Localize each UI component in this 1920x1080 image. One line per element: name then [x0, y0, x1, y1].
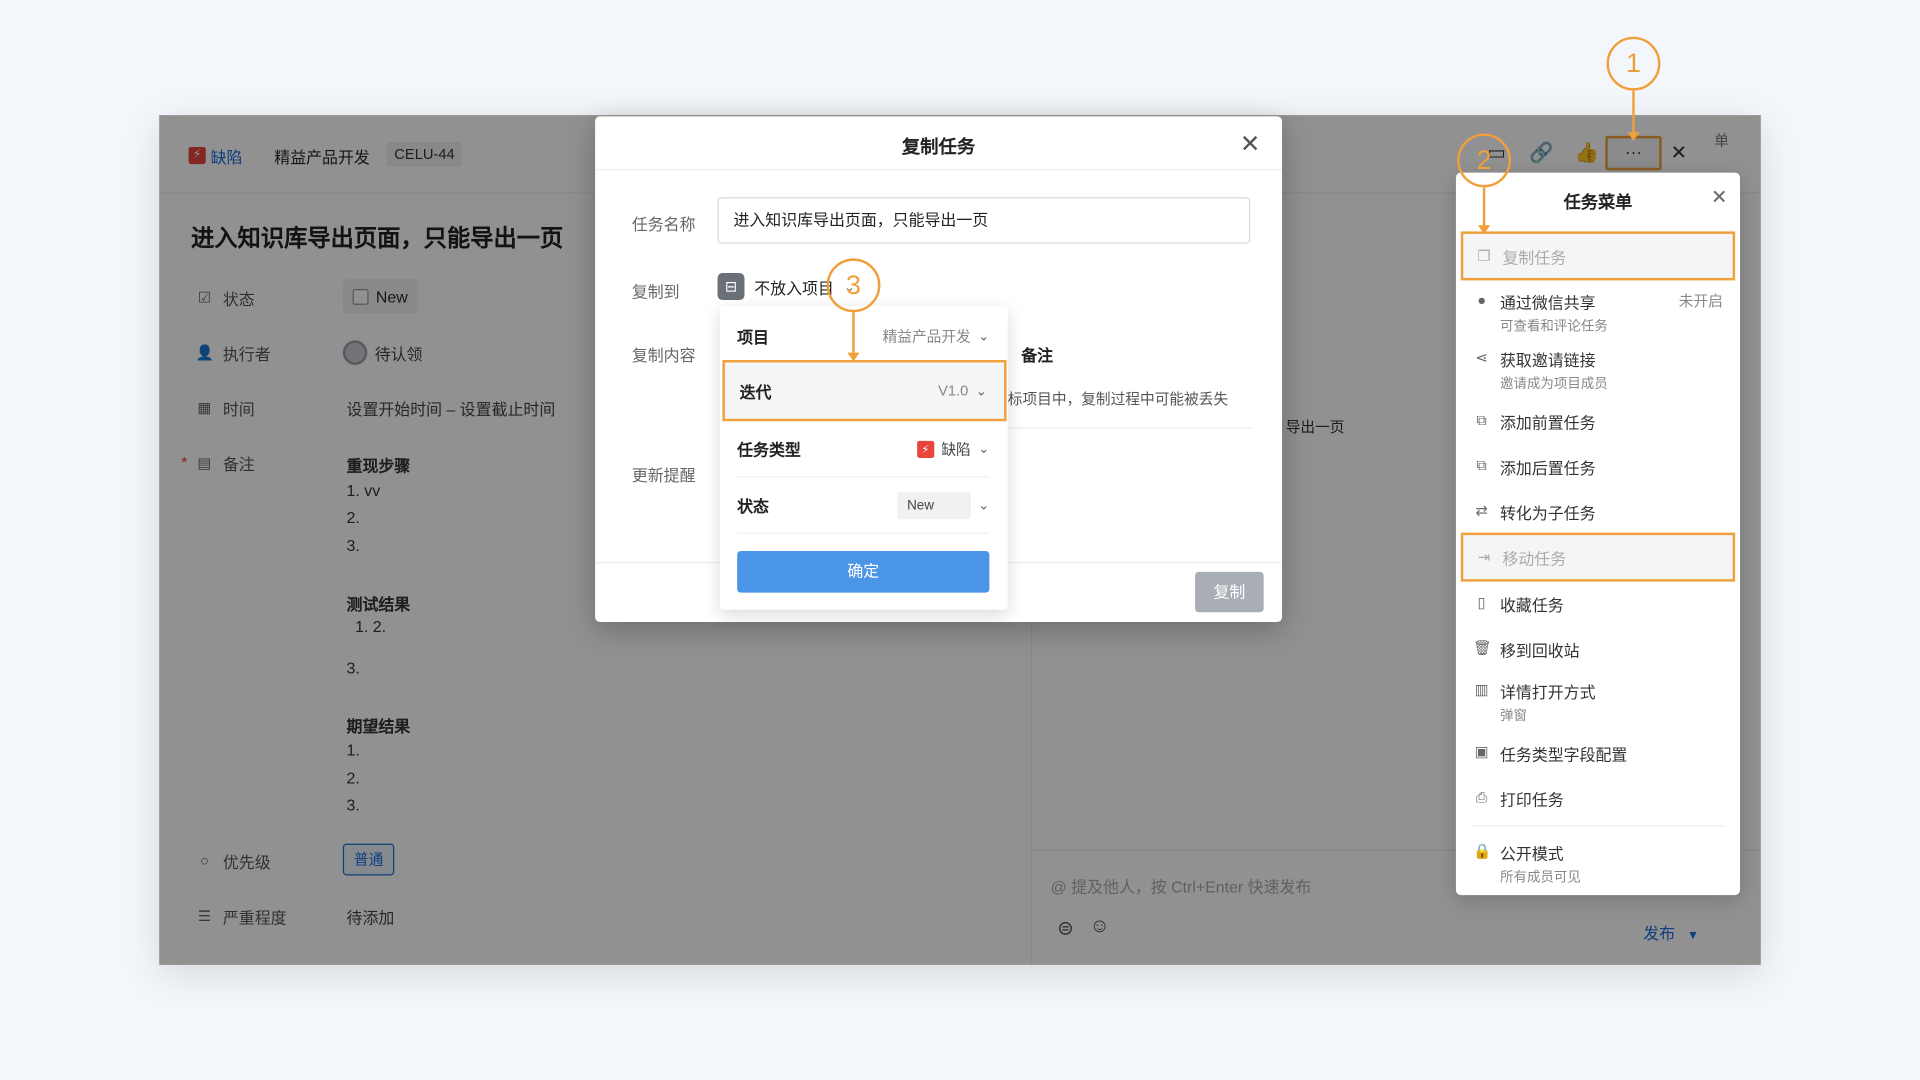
iteration-select-label: 迭代 [739, 382, 772, 402]
menu-item-sub: 弹窗 [1500, 708, 1527, 724]
convert-icon: ⇄ [1475, 502, 1488, 520]
annotation-arrow-3 [852, 312, 855, 354]
state-select-value: New [897, 491, 971, 519]
task-type-select-value: 缺陷 [941, 440, 971, 458]
close-icon[interactable]: ✕ [1708, 187, 1730, 209]
task-name-label: 任务名称 [631, 215, 696, 234]
annotation-arrow-1 [1632, 90, 1635, 135]
menu-item-wechat-share[interactable]: ● 通过微信共享 可查看和评论任务 未开启 [1461, 290, 1735, 335]
project-select-label: 项目 [737, 328, 769, 347]
menu-item-add-successor[interactable]: ⧉ 添加后置任务 [1461, 456, 1735, 479]
task-type-select-label: 任务类型 [737, 440, 801, 460]
menu-item-label: 获取邀请链接 [1500, 351, 1596, 370]
copy-content-label: 复制内容 [631, 346, 696, 365]
menu-item-public-mode[interactable]: 🔒 公开模式 所有成员可见 [1461, 841, 1735, 886]
lock-icon: 🔒 [1473, 842, 1492, 860]
close-icon[interactable]: ✕ [1237, 131, 1264, 158]
menu-divider [1470, 825, 1726, 827]
confirm-button[interactable]: 确定 [737, 551, 990, 593]
iteration-select[interactable]: 迭代 V1.0 ⌄ [722, 360, 1007, 422]
screenshot-stage: ⚡ 缺陷 精益产品开发 CELU-44 ▭ 🔗 👍 ··· ✕ 单 进入知识库导… [0, 0, 1920, 1080]
chevron-down-icon: ⌄ [978, 329, 990, 345]
content-divider [1007, 427, 1253, 429]
menu-item-print[interactable]: ⎙ 打印任务 [1461, 787, 1735, 810]
destination-popover: 项目 精益产品开发 ⌄ 迭代 V1.0 ⌄ 任务类型 ⚡ 缺陷 ⌄ 状态 New… [720, 306, 1008, 610]
bookmark-icon: ▯ [1477, 593, 1486, 612]
wechat-icon: ● [1477, 291, 1487, 309]
copy-content-warning: 标项目中，复制过程中可能被丢失 [1007, 390, 1229, 408]
annotation-arrow-2 [1482, 187, 1486, 227]
annotation-callout-1: 1 [1606, 36, 1661, 91]
task-type-select[interactable]: 任务类型 ⚡ 缺陷 ⌄ [737, 421, 990, 478]
menu-item-label: 收藏任务 [1500, 596, 1564, 615]
task-menu-title: 任务菜单 [1563, 192, 1633, 212]
annotation-arrowhead-3 [847, 352, 860, 362]
annotation-arrowhead-1 [1627, 132, 1640, 141]
share-icon: ⋖ [1475, 348, 1488, 367]
annotation-callout-3: 3 [826, 258, 881, 313]
menu-item-label: 公开模式 [1500, 844, 1564, 864]
menu-item-trash[interactable]: 🗑 移到回收站 [1461, 638, 1735, 661]
menu-item-label: 添加后置任务 [1500, 459, 1596, 478]
copy-button[interactable]: 复制 [1195, 571, 1264, 613]
dialog-header-divider [595, 168, 1283, 171]
menu-item-move-task[interactable]: ⇥ 移动任务 [1460, 532, 1736, 582]
copy-to-label: 复制到 [631, 282, 680, 302]
dialog-title: 复制任务 [901, 137, 976, 158]
bug-icon: ⚡ [916, 440, 934, 458]
trash-icon: 🗑 [1473, 639, 1492, 657]
menu-item-convert-subtask[interactable]: ⇄ 转化为子任务 [1461, 501, 1735, 524]
menu-item-label: 转化为子任务 [1500, 504, 1596, 523]
menu-item-sub: 所有成员可见 [1500, 870, 1581, 886]
state-select-label: 状态 [737, 497, 769, 516]
chevron-down-icon: ⌄ [975, 383, 987, 399]
project-select-value: 精益产品开发 [882, 328, 971, 346]
menu-item-label: 打印任务 [1500, 791, 1564, 810]
copy-to-value: 不放入项目 [754, 278, 834, 297]
project-select[interactable]: 项目 精益产品开发 ⌄ [737, 309, 990, 365]
update-reminder-label: 更新提醒 [631, 466, 696, 485]
copy-icon: ❐ [1477, 247, 1491, 265]
copy-content-note[interactable]: 备注 [1021, 343, 1053, 366]
menu-item-field-config[interactable]: ▣ 任务类型字段配置 [1461, 742, 1735, 765]
annotation-arrowhead-2 [1477, 225, 1491, 234]
menu-item-bookmark[interactable]: ▯ 收藏任务 [1461, 593, 1735, 616]
move-icon: ⇥ [1477, 548, 1491, 566]
chevron-down-icon: ⌄ [978, 442, 990, 457]
chevron-down-icon: ⌄ [978, 498, 990, 514]
menu-item-label: 复制任务 [1502, 247, 1567, 267]
menu-item-open-mode[interactable]: ▥ 详情打开方式 弹窗 [1461, 680, 1735, 725]
menu-item-label: 详情打开方式 [1500, 683, 1596, 702]
successor-icon: ⧉ [1476, 456, 1487, 474]
menu-item-label: 任务类型字段配置 [1500, 745, 1628, 765]
menu-item-label: 添加前置任务 [1500, 413, 1596, 433]
menu-item-copy-task[interactable]: ❐ 复制任务 [1460, 231, 1736, 281]
menu-item-sub: 邀请成为项目成员 [1500, 377, 1608, 392]
iteration-select-value: V1.0 [938, 382, 969, 400]
layout-icon: ▥ [1474, 680, 1489, 698]
menu-item-label: 通过微信共享 [1500, 293, 1596, 313]
menu-item-sub: 可查看和评论任务 [1500, 319, 1608, 335]
print-icon: ⎙ [1475, 788, 1488, 806]
task-name-input[interactable]: 进入知识库导出页面，只能导出一页 [717, 197, 1251, 244]
annotation-callout-2: 2 [1457, 133, 1512, 188]
menu-item-invite-link[interactable]: ⋖ 获取邀请链接 邀请成为项目成员 [1461, 348, 1735, 393]
state-select[interactable]: 状态 New ⌄ [737, 478, 990, 534]
menu-item-label: 移到回收站 [1500, 641, 1580, 661]
wechat-share-status: 未开启 [1678, 292, 1723, 310]
task-menu-panel: 任务菜单 ✕ ❐ 复制任务 ● 通过微信共享 可查看和评论任务 未开启 ⋖ 获取… [1455, 172, 1741, 896]
predecessor-icon: ⧉ [1476, 411, 1487, 429]
field-config-icon: ▣ [1474, 743, 1489, 761]
menu-item-add-predecessor[interactable]: ⧉ 添加前置任务 [1461, 410, 1735, 433]
menu-item-label: 移动任务 [1502, 549, 1567, 568]
inbox-icon: ⊟ [717, 273, 745, 301]
